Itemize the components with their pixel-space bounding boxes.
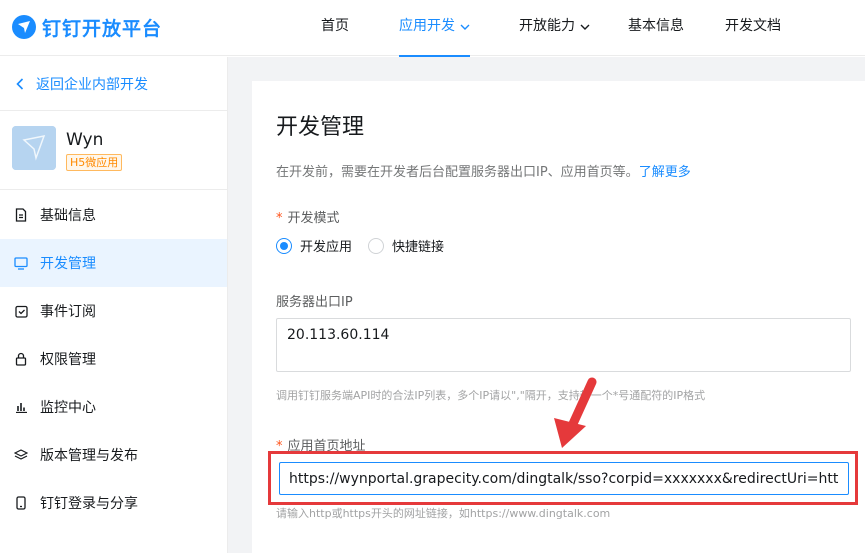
sidebar-item-label: 事件订阅: [40, 304, 96, 320]
sidebar: 返回企业内部开发 Wyn H5微应用 基础信息 开发管理 事件订阅 权限管理 监…: [0, 57, 228, 553]
nav-basic-info[interactable]: 基本信息: [628, 0, 684, 56]
nav-app-development[interactable]: 应用开发: [399, 0, 470, 57]
radio-unchecked[interactable]: [368, 237, 385, 254]
top-navigation-bar: 钉钉开放平台 首页 应用开发 开放能力 基本信息 开发文档: [0, 0, 865, 57]
page-title: 开发管理: [276, 115, 365, 140]
server-ip-label: 服务器出口IP: [276, 295, 353, 310]
dingtalk-logo-icon: [12, 15, 36, 39]
sidebar-item-label: 钉钉登录与分享: [40, 496, 138, 512]
sidebar-item-dev-management[interactable]: 开发管理: [0, 239, 227, 287]
app-avatar: [12, 126, 56, 170]
learn-more-link[interactable]: 了解更多: [639, 165, 691, 180]
server-ip-hint: 调用钉钉服务端API时的合法IP列表，多个IP请以","隔开，支持带一个*号通配…: [276, 389, 706, 402]
sidebar-menu: 基础信息 开发管理 事件订阅 权限管理 监控中心 版本管理与发布 钉钉登录与分享: [0, 191, 227, 527]
sidebar-item-permissions[interactable]: 权限管理: [0, 335, 227, 383]
radio-label: 快捷链接: [392, 240, 445, 255]
dev-mode-radio-group: 开发应用 快捷链接: [276, 236, 460, 255]
sidebar-item-label: 开发管理: [40, 256, 96, 272]
dev-mode-label-text: 开发模式: [287, 211, 340, 226]
server-ip-textarea[interactable]: [276, 318, 851, 372]
nav-home[interactable]: 首页: [321, 0, 349, 56]
layers-icon: [14, 448, 28, 462]
sidebar-item-label: 监控中心: [40, 400, 96, 416]
required-marker: *: [276, 211, 283, 226]
chevron-down-icon: [460, 0, 470, 52]
brand-logo[interactable]: 钉钉开放平台: [12, 12, 162, 42]
chevron-left-icon: [16, 77, 24, 90]
sidebar-item-label: 权限管理: [40, 352, 96, 368]
sidebar-item-label: 基础信息: [40, 208, 96, 224]
app-card: Wyn H5微应用: [0, 112, 227, 190]
sidebar-item-version-release[interactable]: 版本管理与发布: [0, 431, 227, 479]
sidebar-item-label: 版本管理与发布: [40, 448, 138, 464]
check-clipboard-icon: [14, 304, 28, 318]
bar-chart-icon: [14, 400, 28, 414]
radio-dev-app[interactable]: 开发应用: [276, 236, 352, 255]
radio-label: 开发应用: [300, 240, 353, 255]
monitor-icon: [14, 256, 28, 270]
document-icon: [14, 208, 28, 222]
nav-open-capability[interactable]: 开放能力: [519, 0, 590, 56]
app-type-badge: H5微应用: [66, 154, 123, 171]
nav-open-capability-label: 开放能力: [519, 18, 575, 34]
highlight-box: [268, 451, 858, 505]
app-icon: [12, 126, 56, 170]
chevron-down-icon: [580, 0, 590, 52]
sidebar-item-event-subscription[interactable]: 事件订阅: [0, 287, 227, 335]
homepage-url-input[interactable]: [279, 462, 849, 495]
radio-quick-link[interactable]: 快捷链接: [368, 236, 444, 255]
page-description: 在开发前，需要在开发者后台配置服务器出口IP、应用首页等。了解更多: [276, 161, 691, 180]
dev-mode-label: * 开发模式: [276, 207, 340, 226]
back-link-label: 返回企业内部开发: [36, 76, 148, 93]
sidebar-item-login-share[interactable]: 钉钉登录与分享: [0, 479, 227, 527]
lock-icon: [14, 352, 28, 366]
sidebar-item-monitoring[interactable]: 监控中心: [0, 383, 227, 431]
red-arrow-annotation: [554, 377, 597, 448]
sidebar-item-basic-info[interactable]: 基础信息: [0, 191, 227, 239]
back-to-internal-dev-link[interactable]: 返回企业内部开发: [0, 57, 227, 111]
nav-dev-docs[interactable]: 开发文档: [725, 0, 781, 56]
description-text: 在开发前，需要在开发者后台配置服务器出口IP、应用首页等。: [276, 165, 639, 180]
brand-name: 钉钉开放平台: [42, 17, 163, 40]
app-name: Wyn: [66, 130, 104, 150]
nav-app-development-label: 应用开发: [399, 18, 455, 34]
phone-icon: [14, 496, 28, 510]
homepage-hint: 请输入http或https开头的网址链接，如https://www.dingta…: [276, 507, 611, 520]
radio-checked[interactable]: [276, 237, 292, 254]
